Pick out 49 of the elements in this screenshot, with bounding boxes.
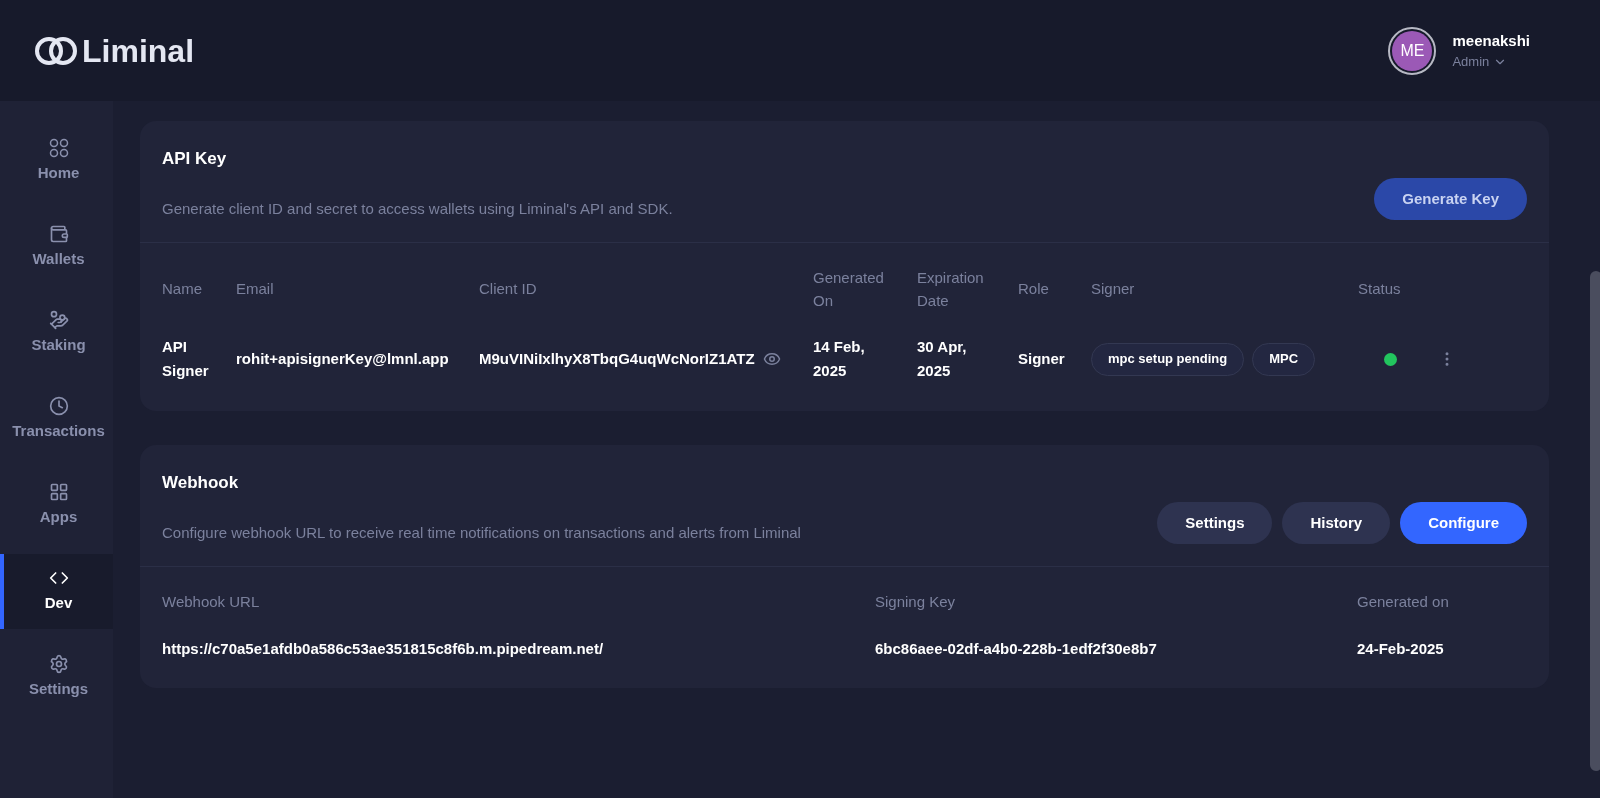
wallet-icon	[48, 224, 69, 245]
settings-icon	[48, 654, 69, 675]
section-description: Generate client ID and secret to access wallets using Liminal's API and SDK.	[162, 198, 673, 219]
table-cell-text: API Signer	[162, 337, 210, 381]
column-header: Status	[1358, 279, 1401, 300]
avatar[interactable]: ME	[1388, 26, 1437, 75]
signer-tag: mpc setup pending	[1091, 342, 1245, 376]
section-description: Configure webhook URL to receive real time notifications on transactions and alerts from Liminal	[162, 522, 801, 543]
column-header: Expiration Date	[917, 267, 985, 311]
column-header: Name	[162, 279, 202, 300]
sidebar-item[interactable]: Dev	[0, 554, 113, 629]
action-button[interactable]: Generate Key	[1374, 178, 1527, 220]
action-button[interactable]: Settings	[1157, 502, 1273, 544]
apps-icon	[48, 482, 69, 503]
section-title: Webhook	[162, 472, 240, 494]
column-header: Generated On	[813, 267, 885, 311]
sidebar-item[interactable]: Staking	[0, 296, 113, 371]
column-header: Signer	[1091, 279, 1135, 300]
table-cell-text: 24-Feb-2025	[1357, 638, 1445, 659]
signer-tag: MPC	[1252, 342, 1316, 376]
column-header: Generated on	[1357, 592, 1450, 612]
logo-icon	[34, 34, 78, 67]
logo-text: Liminal	[82, 31, 194, 71]
eye-icon[interactable]	[762, 350, 781, 368]
table-cell-text: 14 Feb, 2025	[813, 337, 866, 381]
section-title: API Key	[162, 148, 228, 170]
action-button[interactable]: Configure	[1400, 502, 1527, 544]
column-header: Client ID	[479, 279, 537, 300]
grid-icon	[48, 138, 69, 159]
table-cell-text: 30 Apr, 2025	[917, 337, 968, 381]
table-cell-text: https://c70a5e1afdb0a586c53ae351815c8f6b.m.pipedream.net/	[162, 638, 605, 659]
sidebar-item[interactable]: Settings	[0, 640, 113, 715]
table-cell-text: 6bc86aee-02df-a4b0-228b-1edf2f30e8b7	[875, 638, 1158, 659]
column-header: Signing Key	[875, 592, 957, 612]
sidebar-item[interactable]: Wallets	[0, 210, 113, 285]
column-header: Role	[1018, 279, 1049, 300]
table-cell-text: rohit+apisignerKey@lmnl.app	[236, 349, 450, 369]
clock-icon	[48, 396, 69, 417]
hand-coin-icon	[48, 310, 69, 331]
sidebar-item[interactable]: Apps	[0, 468, 113, 543]
table-cell-text: M9uVINiIxlhyX8TbqG4uqWcNorIZ1ATZ	[479, 349, 755, 369]
action-button[interactable]: History	[1282, 502, 1391, 544]
sidebar-item[interactable]: Home	[0, 124, 113, 199]
user-name: meenakshi	[1452, 30, 1530, 51]
column-header: Email	[236, 279, 274, 300]
column-header: Webhook URL	[162, 592, 261, 612]
sidebar-item[interactable]: Transactions	[0, 382, 113, 457]
table-cell-text: Signer	[1018, 349, 1066, 369]
role-dropdown[interactable]: Admin	[1452, 52, 1530, 72]
